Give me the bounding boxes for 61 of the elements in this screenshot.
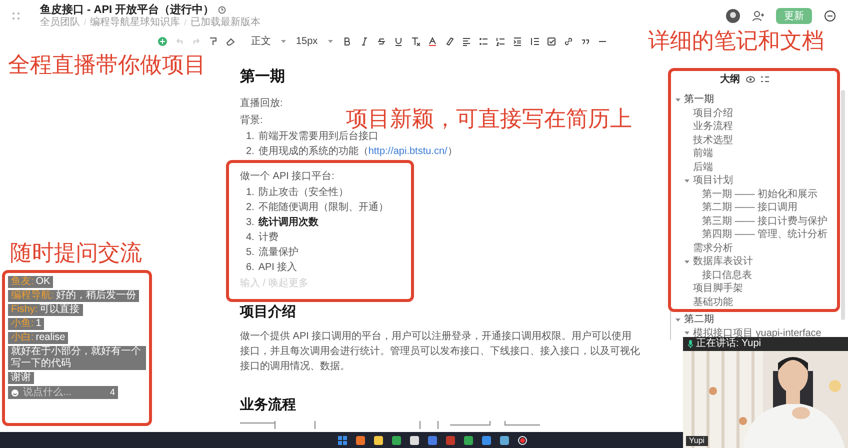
- caption: 项目新颖，可直接写在简历上: [346, 106, 632, 131]
- list-item-text: 前端开发需要用到后台接口: [258, 130, 378, 144]
- list-number: 4.: [246, 230, 254, 244]
- list-number: 5.: [246, 246, 254, 260]
- speaker-label: 正在讲话: Yupi: [696, 338, 762, 350]
- outline-item[interactable]: 第一期 —— 初始化和展示: [702, 186, 818, 202]
- breadcrumb-separator: /: [84, 16, 86, 28]
- outline-item[interactable]: 基础功能: [693, 294, 733, 310]
- outline-item[interactable]: 前端: [693, 146, 713, 162]
- name-tag: Yupi: [686, 436, 708, 446]
- heading: 项目介绍: [240, 302, 297, 320]
- outline-item[interactable]: 第二期 —— 接口调用: [702, 200, 798, 216]
- paragraph: 直播回放:: [240, 96, 283, 110]
- list-number: 1.: [246, 130, 254, 144]
- chat-message: 编程导航: 好的，稍后发一份: [8, 290, 139, 302]
- outline-item[interactable]: 第二期: [684, 312, 714, 328]
- outline-title: 大纲: [720, 72, 740, 87]
- outline-item[interactable]: 技术选型: [693, 132, 733, 148]
- chat-message: 小鱼: 1: [8, 318, 44, 330]
- heading: 第一期: [240, 67, 286, 87]
- outline-item[interactable]: 需求分析: [693, 240, 733, 256]
- font-size-dropdown[interactable]: 15px: [296, 34, 318, 48]
- outline-item[interactable]: 数据库表设计: [693, 254, 753, 270]
- caption: 随时提问交流: [10, 240, 142, 266]
- paragraph-style-dropdown[interactable]: 正文: [251, 34, 271, 48]
- chat-message: 小白: realise: [8, 332, 68, 344]
- list-item-text: API 接入: [258, 260, 298, 274]
- chat-message: 鱼友: OK: [8, 276, 54, 288]
- chat-input[interactable]: 说点什么... 4: [8, 386, 118, 399]
- paragraph: 背景:: [240, 114, 263, 128]
- list-number: 6.: [246, 260, 254, 274]
- chat-message: Fishy: 可以直接: [8, 304, 83, 316]
- heading: 业务流程: [240, 394, 297, 414]
- outline-item[interactable]: 后端: [693, 160, 713, 175]
- list-number: 2.: [246, 200, 254, 214]
- outline-item[interactable]: 项目脚手架: [693, 281, 743, 296]
- chat-message: 就好在于小部分，就好有一个写一下的代码: [8, 346, 146, 370]
- outline-item[interactable]: 接口信息表: [702, 268, 752, 283]
- document-title: 鱼皮接口 - API 开放平台（进行中）: [40, 4, 214, 16]
- list-number: 1.: [246, 186, 254, 200]
- list-item-text: 流量保护: [258, 246, 298, 260]
- list-item-text: 计费: [258, 230, 278, 244]
- outline-item[interactable]: 业务流程: [693, 119, 733, 134]
- outline-item[interactable]: 第三期 —— 接口计费与保护: [702, 214, 828, 229]
- caption: 全程直播带你做项目: [8, 52, 206, 78]
- list-number: 2.: [246, 144, 254, 158]
- list-item-text: 使用现成的系统的功能（http://api.btstu.cn/）: [258, 144, 458, 158]
- list-item-text: 防止攻击（安全性）: [258, 186, 348, 200]
- paragraph: 做一个提供 API 接口调用的平台，用户可以注册登录，开通接口调用权限。用户可以使用接口，并且每次调用会进行统计。管理员可以发布接口、下线接口、接入接口，以及可视化接口的调用情况、数据。: [240, 330, 640, 374]
- outline-item[interactable]: 项目介绍: [693, 106, 733, 121]
- link[interactable]: http://api.btstu.cn/: [368, 146, 448, 156]
- list-item-text: 不能随便调用（限制、开通）: [258, 200, 388, 214]
- list-number: 3.: [246, 216, 254, 230]
- outline-item[interactable]: 项目计划: [693, 173, 733, 188]
- chat-message: 谢谢: [8, 372, 34, 384]
- list-item-text: 统计调用次数: [258, 216, 318, 230]
- breadcrumb-separator: /: [184, 16, 186, 28]
- outline-item[interactable]: 第一期: [684, 92, 714, 108]
- caption: 详细的笔记和文档: [648, 28, 824, 54]
- outline-item[interactable]: 第四期 —— 管理、统计分析: [702, 227, 828, 242]
- paragraph: 做一个 API 接口平台:: [240, 170, 334, 184]
